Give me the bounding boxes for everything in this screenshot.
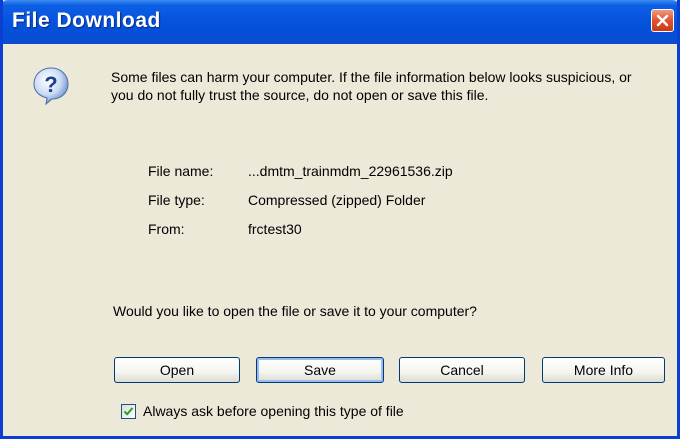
file-name-label: File name: (148, 163, 214, 179)
close-icon (656, 14, 669, 27)
file-download-dialog: File Download ? Some files can harm your… (0, 0, 680, 439)
window-title: File Download (12, 9, 161, 32)
from-label: From: (148, 221, 185, 237)
question-icon: ? (33, 67, 69, 106)
close-button[interactable] (651, 9, 674, 32)
file-name-value: ...dmtm_trainmdm_22961536.zip (248, 163, 453, 179)
cancel-button[interactable]: Cancel (399, 357, 525, 383)
save-button[interactable]: Save (256, 357, 384, 383)
open-button[interactable]: Open (114, 357, 240, 383)
open-save-question: Would you like to open the file or save … (113, 303, 477, 319)
more-info-button[interactable]: More Info (542, 357, 665, 383)
checkmark-icon (123, 407, 134, 416)
file-type-value: Compressed (zipped) Folder (248, 192, 426, 208)
dialog-body: ? Some files can harm your computer. If … (3, 44, 677, 436)
from-value: frctest30 (248, 221, 302, 237)
always-ask-label[interactable]: Always ask before opening this type of f… (143, 403, 404, 419)
file-type-label: File type: (148, 192, 205, 208)
svg-text:?: ? (44, 72, 57, 97)
warning-message: Some files can harm your computer. If th… (111, 69, 632, 103)
title-bar[interactable]: File Download (3, 0, 677, 44)
always-ask-checkbox[interactable] (121, 404, 136, 419)
